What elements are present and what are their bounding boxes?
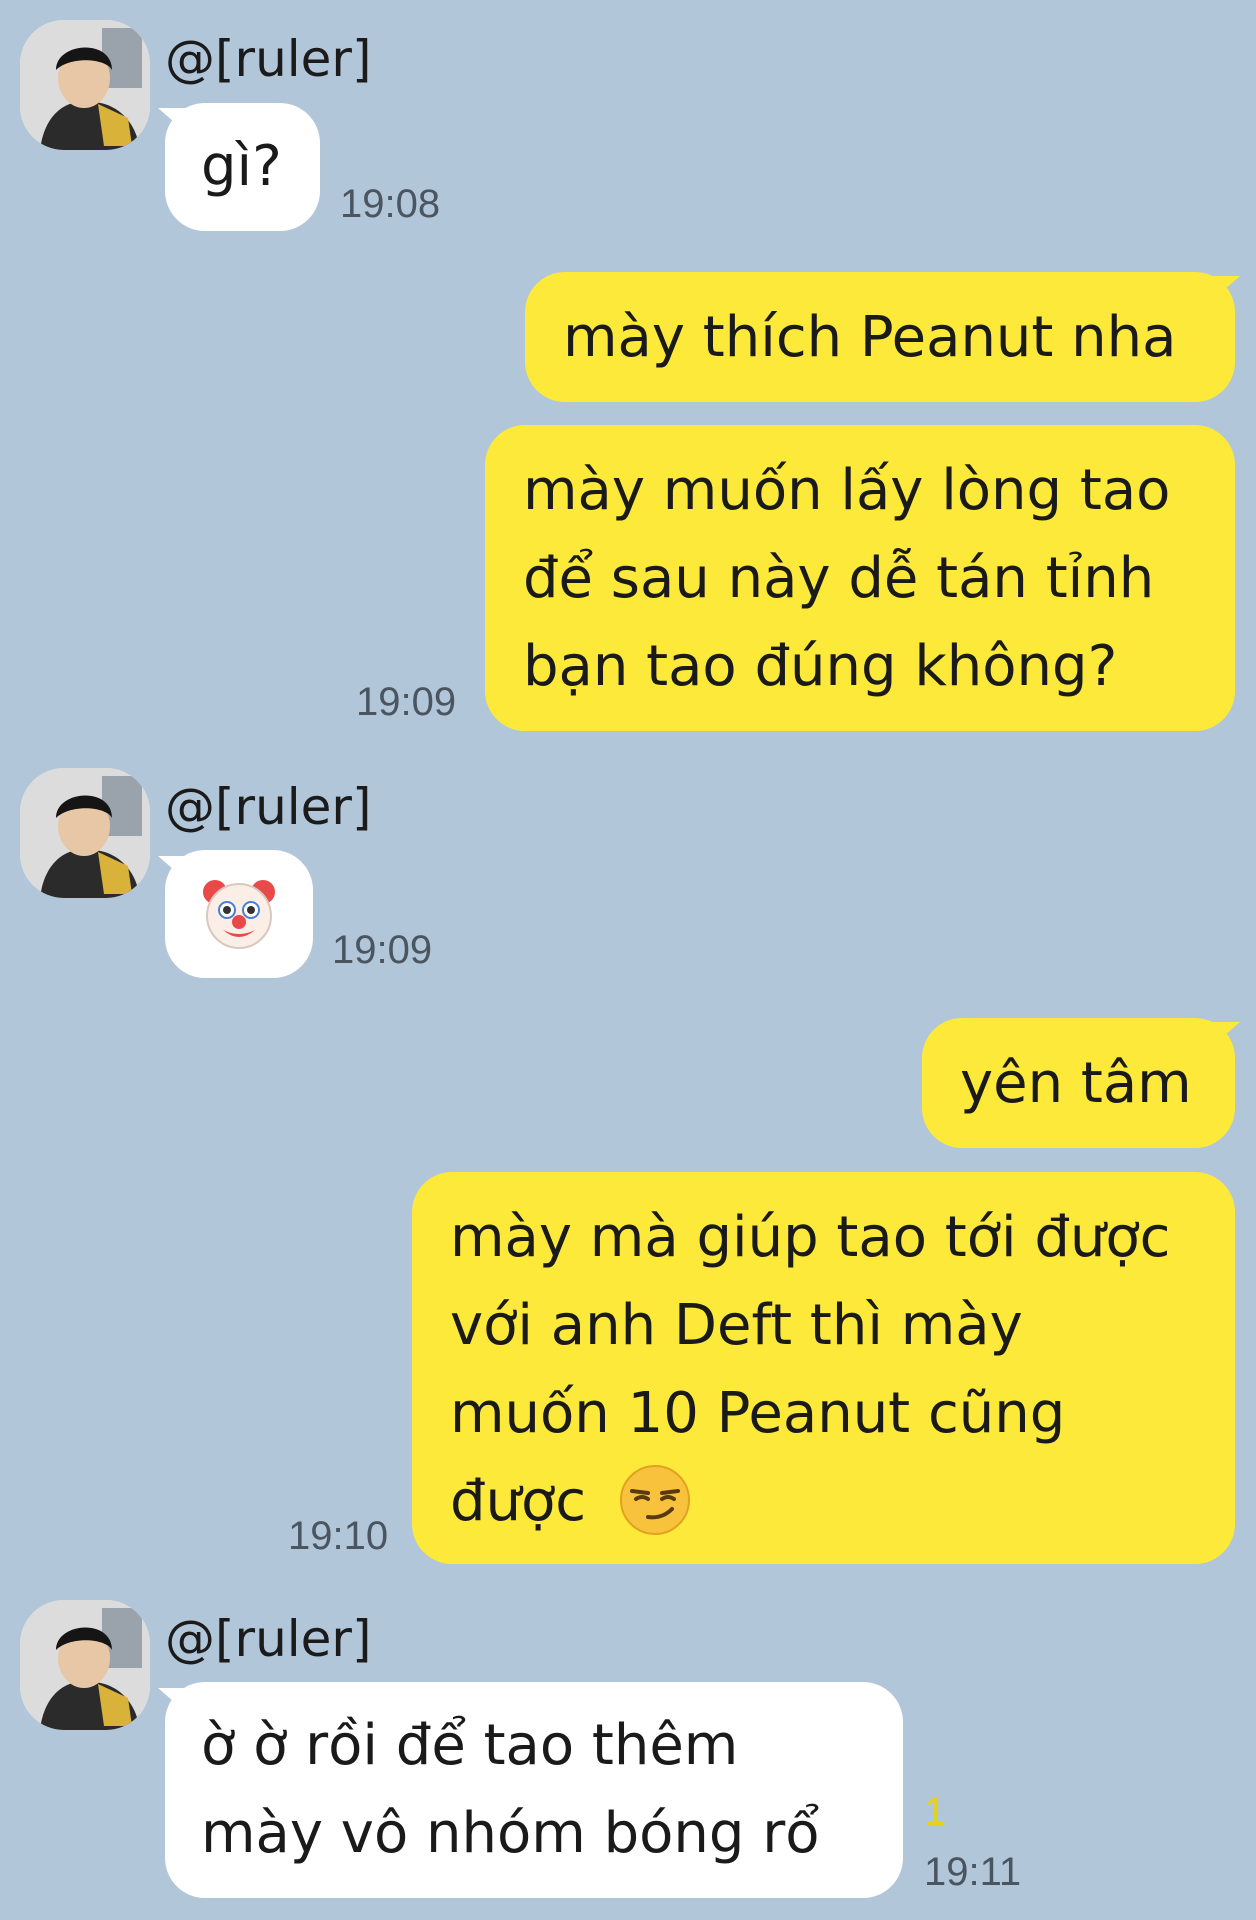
avatar[interactable]	[20, 20, 150, 150]
message-time: 19:09	[332, 928, 433, 972]
message-text: yên tâm	[960, 1051, 1192, 1116]
message-line: bạn tao đúng không?	[523, 634, 1118, 699]
message-time: 19:10	[288, 1514, 389, 1558]
sender-name: @[ruler]	[165, 778, 372, 836]
unread-count: 1	[924, 1790, 947, 1834]
message-bubble-outgoing[interactable]: mày thích Peanut nha	[525, 272, 1235, 402]
message-line: mày vô nhóm bóng rổ	[201, 1801, 820, 1866]
message-bubble-outgoing[interactable]: mày mà giúp tao tới được với anh Deft th…	[412, 1172, 1235, 1564]
message-line: mày muốn lấy lòng tao	[523, 458, 1171, 523]
message-bubble-outgoing[interactable]: mày muốn lấy lòng tao để sau này dễ tán …	[485, 425, 1235, 731]
message-time: 19:08	[340, 182, 441, 226]
bubble-tail	[1210, 276, 1240, 302]
message-line-last: được	[450, 1458, 1199, 1546]
message-bubble-incoming[interactable]: gì?	[165, 103, 320, 231]
message-line: mày mà giúp tao tới được	[450, 1205, 1171, 1270]
message-text: mày thích Peanut nha	[563, 305, 1177, 370]
message-time: 19:11	[924, 1850, 1022, 1894]
message-bubble-incoming[interactable]	[165, 850, 313, 978]
message-line: để sau này dễ tán tỉnh	[523, 546, 1155, 611]
avatar[interactable]	[20, 768, 150, 898]
clown-face-icon	[203, 880, 275, 949]
message-time: 19:09	[356, 680, 457, 724]
sender-name: @[ruler]	[165, 30, 372, 88]
sender-name: @[ruler]	[165, 1610, 372, 1668]
message-bubble-incoming[interactable]: ờ ờ rồi để tao thêm mày vô nhóm bóng rổ	[165, 1682, 903, 1898]
message-line: muốn 10 Peanut cũng	[450, 1381, 1066, 1446]
message-text: gì?	[201, 134, 282, 199]
avatar[interactable]	[20, 1600, 150, 1730]
message-line: ờ ờ rồi để tao thêm	[201, 1713, 739, 1778]
smirking-face-icon	[619, 1464, 690, 1535]
message-line: với anh Deft thì mày	[450, 1293, 1023, 1358]
message-line: được	[450, 1469, 587, 1534]
message-bubble-outgoing[interactable]: yên tâm	[922, 1018, 1235, 1148]
bubble-tail	[1210, 1022, 1240, 1048]
